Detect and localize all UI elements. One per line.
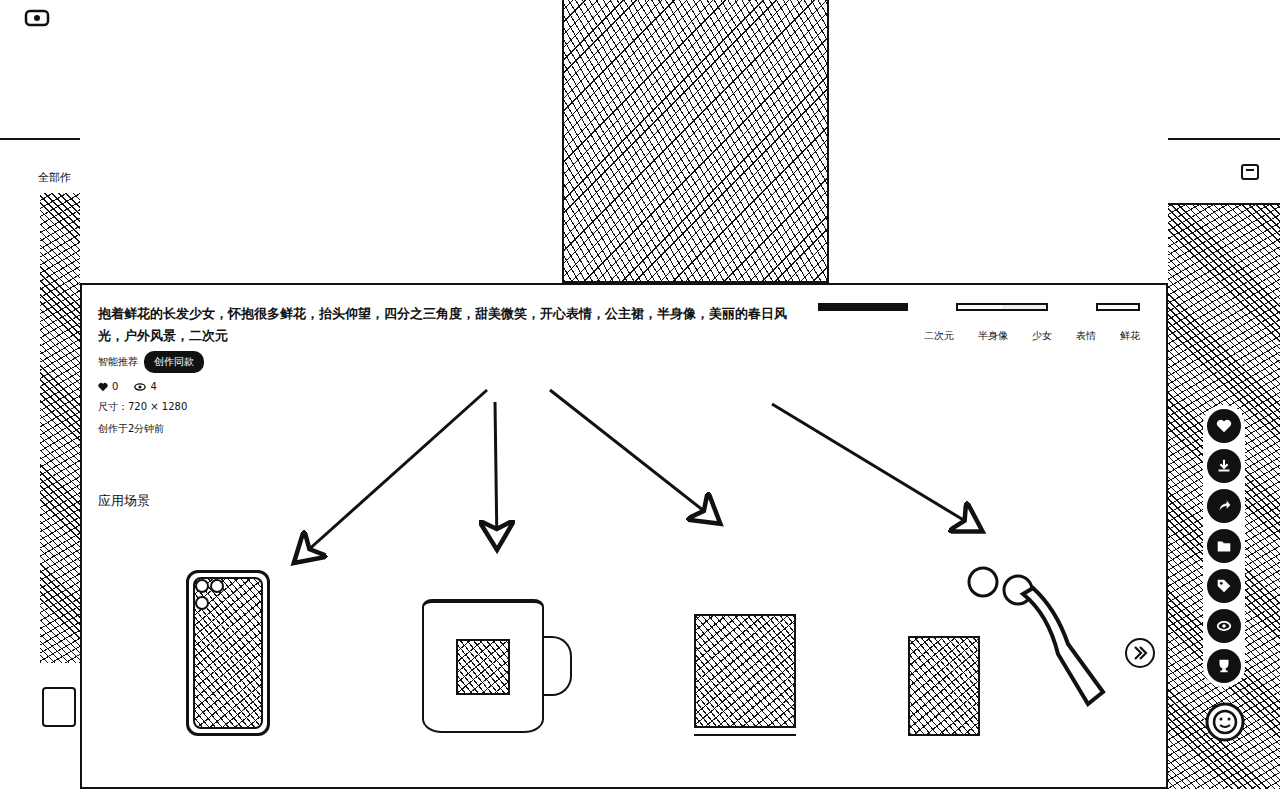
canvas-frame[interactable] bbox=[694, 614, 796, 736]
right-header bbox=[1168, 0, 1280, 140]
keychain[interactable] bbox=[908, 576, 1088, 736]
detail-header: 抱着鲜花的长发少女，怀抱很多鲜花，抬头仰望，四分之三角度，甜美微笑，开心表情，公… bbox=[98, 303, 1148, 436]
screen: 全部作 抱着鲜花的长发少女，怀抱很多鲜花，抬头仰望，四分之三角度，甜美微笑，开心… bbox=[0, 0, 1280, 789]
main-column: 抱着鲜花的长发少女，怀抱很多鲜花，抬头仰望，四分之三角度，甜美微笑，开心表情，公… bbox=[80, 0, 1168, 789]
scene-image bbox=[908, 636, 980, 736]
mug[interactable] bbox=[422, 596, 582, 736]
bar bbox=[1096, 303, 1140, 311]
like-icon bbox=[1215, 417, 1233, 435]
share-icon bbox=[1215, 497, 1233, 515]
tag[interactable]: 少女 bbox=[1032, 329, 1052, 343]
tag[interactable]: 鲜花 bbox=[1120, 329, 1140, 343]
folder-button[interactable] bbox=[1205, 527, 1243, 565]
thumbnail[interactable] bbox=[42, 687, 76, 727]
like-count: 0 bbox=[112, 381, 118, 392]
tag[interactable]: 二次元 bbox=[924, 329, 954, 343]
bar-row bbox=[818, 303, 1140, 311]
created-text: 创作于2分钟前 bbox=[98, 422, 798, 436]
scene-image bbox=[456, 639, 510, 695]
info-block: 抱着鲜花的长发少女，怀抱很多鲜花，抬头仰望，四分之三角度，甜美微笑，开心表情，公… bbox=[98, 303, 798, 436]
background-image bbox=[40, 193, 80, 663]
share-button[interactable] bbox=[1205, 487, 1243, 525]
detail-panel: 抱着鲜花的长发少女，怀抱很多鲜花，抬头仰望，四分之三角度，甜美微笑，开心表情，公… bbox=[80, 283, 1168, 789]
mug-handle bbox=[544, 636, 572, 696]
logo-icon[interactable] bbox=[24, 8, 50, 28]
stats-row: 0 4 bbox=[98, 381, 798, 392]
bar bbox=[818, 303, 908, 311]
right-tools bbox=[1168, 140, 1280, 205]
tag-list: 二次元 半身像 少女 表情 鲜花 bbox=[924, 329, 1140, 343]
section-title: 应用场景 bbox=[98, 492, 1148, 510]
size-text: 尺寸：720 × 1280 bbox=[98, 400, 798, 414]
action-bar bbox=[1203, 405, 1245, 687]
scene-image bbox=[694, 614, 796, 728]
trophy-icon bbox=[1215, 657, 1233, 675]
artwork-image[interactable] bbox=[562, 0, 829, 283]
window-icon[interactable] bbox=[1240, 162, 1260, 182]
camera-icon bbox=[195, 579, 222, 610]
bar bbox=[956, 303, 1048, 311]
artwork-area bbox=[80, 0, 1168, 283]
folder-icon bbox=[1215, 537, 1233, 555]
trophy-button[interactable] bbox=[1205, 647, 1243, 685]
next-button[interactable] bbox=[1124, 637, 1156, 669]
chevron-right-icon bbox=[1124, 637, 1156, 669]
smiley-icon bbox=[1205, 702, 1245, 742]
recommend-row: 智能推荐 创作同款 bbox=[98, 351, 798, 373]
recommend-label: 智能推荐 bbox=[98, 355, 138, 369]
eye-button[interactable] bbox=[1205, 607, 1243, 645]
feedback-button[interactable] bbox=[1205, 702, 1245, 742]
mug-body bbox=[422, 599, 544, 733]
tags-block: 二次元 半身像 少女 表情 鲜花 bbox=[818, 303, 1148, 436]
create-button[interactable]: 创作同款 bbox=[144, 351, 204, 373]
tag-icon bbox=[1215, 577, 1233, 595]
section-label[interactable]: 全部作 bbox=[0, 140, 80, 193]
scene-list bbox=[98, 570, 1088, 736]
left-background: 全部作 bbox=[0, 0, 80, 789]
eye-icon bbox=[1215, 617, 1233, 635]
view-count: 4 bbox=[150, 381, 156, 392]
heart-icon bbox=[98, 382, 108, 392]
tag[interactable]: 半身像 bbox=[978, 329, 1008, 343]
tag[interactable]: 表情 bbox=[1076, 329, 1096, 343]
left-header bbox=[0, 0, 80, 140]
eye-icon bbox=[134, 382, 146, 392]
download-button[interactable] bbox=[1205, 447, 1243, 485]
prompt-text: 抱着鲜花的长发少女，怀抱很多鲜花，抬头仰望，四分之三角度，甜美微笑，开心表情，公… bbox=[98, 303, 798, 347]
tag-button[interactable] bbox=[1205, 567, 1243, 605]
phone-case[interactable] bbox=[186, 570, 270, 736]
download-icon bbox=[1215, 457, 1233, 475]
like-button[interactable] bbox=[1205, 407, 1243, 445]
